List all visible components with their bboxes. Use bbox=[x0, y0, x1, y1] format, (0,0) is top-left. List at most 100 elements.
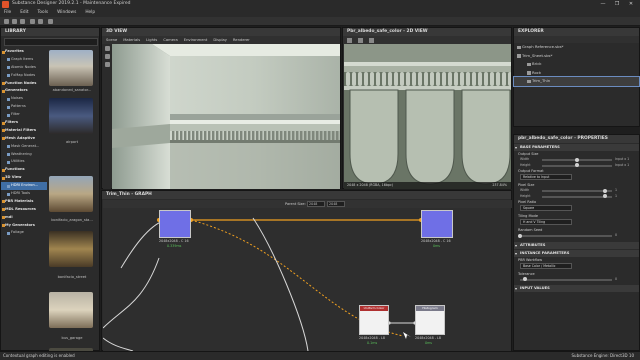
tolerance-slider[interactable] bbox=[520, 277, 612, 281]
property-value[interactable]: 1 bbox=[615, 194, 617, 198]
menu-tools[interactable]: Tools bbox=[38, 9, 49, 17]
library-item[interactable]: MDL Resources bbox=[1, 206, 47, 214]
property-value[interactable]: Input x 1 bbox=[615, 163, 629, 167]
library-item[interactable]: Filter bbox=[1, 111, 47, 119]
3d-menu-lights[interactable]: Lights bbox=[146, 36, 157, 44]
library-item[interactable]: Generators bbox=[1, 87, 47, 95]
property-slider[interactable] bbox=[542, 163, 612, 167]
open-file-icon[interactable] bbox=[12, 19, 17, 24]
library-item[interactable]: mdl bbox=[1, 214, 47, 222]
maximize-button[interactable]: ❐ bbox=[610, 0, 624, 9]
3d-menu-camera[interactable]: Camera bbox=[163, 36, 177, 44]
library-item[interactable]: FxMap Nodes bbox=[1, 72, 47, 80]
explorer-item[interactable]: Rock bbox=[514, 69, 639, 78]
slider-knob[interactable] bbox=[603, 188, 607, 193]
3d-menu-scene[interactable]: Scene bbox=[106, 36, 117, 44]
explorer-item[interactable]: Brick bbox=[514, 60, 639, 69]
library-item[interactable]: Foliage bbox=[1, 229, 47, 237]
3d-menu-materials[interactable]: Materials bbox=[123, 36, 140, 44]
menu-edit[interactable]: Edit bbox=[20, 9, 28, 17]
pixel-ratio-dropdown[interactable]: Square bbox=[520, 205, 572, 211]
library-item[interactable]: Favorites bbox=[1, 48, 47, 56]
library-item-label: Utilities bbox=[11, 159, 25, 164]
tolerance-value[interactable]: 0 bbox=[615, 277, 617, 281]
graph-node-uniform-color[interactable]: Uniform Color bbox=[359, 305, 389, 335]
menu-help[interactable]: Help bbox=[85, 9, 95, 17]
slider-knob[interactable] bbox=[575, 163, 579, 167]
undo-icon[interactable] bbox=[30, 19, 35, 24]
library-item[interactable]: Atomic Nodes bbox=[1, 64, 47, 72]
library-item[interactable]: Material Filters bbox=[1, 127, 47, 135]
thumbnail-bonifacio-street[interactable] bbox=[49, 231, 93, 267]
3d-menu-renderer[interactable]: Renderer bbox=[233, 36, 250, 44]
slider-knob[interactable] bbox=[575, 157, 579, 162]
parent-size-b-dropdown[interactable]: 2048 bbox=[327, 201, 345, 207]
pbr-workflow-dropdown[interactable]: Base Color / Metallic bbox=[520, 262, 572, 269]
3d-menu-display[interactable]: Display bbox=[213, 36, 227, 44]
minimize-button[interactable]: — bbox=[596, 0, 610, 9]
menu-windows[interactable]: Windows bbox=[57, 9, 76, 17]
thumbnail-abandoned[interactable] bbox=[49, 50, 93, 86]
library-item[interactable]: Filters bbox=[1, 119, 47, 127]
3d-viewport[interactable] bbox=[112, 44, 340, 189]
section-base-parameters[interactable]: BASE PARAMETERS bbox=[514, 144, 639, 151]
property-slider[interactable] bbox=[542, 194, 612, 198]
output-format-dropdown[interactable]: Relative to Input bbox=[520, 174, 572, 180]
random-seed-value[interactable]: 0 bbox=[615, 233, 617, 237]
explorer-item[interactable]: Trim_Thin bbox=[513, 76, 640, 87]
graph-canvas[interactable]: 2048x2048 - C 16 0.339ms 2048x2048 - C 1… bbox=[103, 208, 511, 351]
explorer-item[interactable]: Trim_Sheet.sbs* bbox=[514, 52, 639, 61]
library-item[interactable]: HDRI Environ... bbox=[1, 182, 47, 191]
close-window-button[interactable]: ✕ bbox=[624, 0, 638, 9]
library-item[interactable]: PBR Materials bbox=[1, 198, 47, 206]
mesh-icon[interactable] bbox=[104, 62, 110, 67]
menu-file[interactable]: File bbox=[4, 9, 11, 17]
library-item[interactable]: Mesh Adaptive bbox=[1, 135, 47, 143]
2d-tool-icon[interactable] bbox=[347, 37, 352, 43]
section-attributes[interactable]: ATTRIBUTES bbox=[514, 241, 639, 249]
library-item[interactable]: Graph Items bbox=[1, 56, 47, 64]
graph-icon bbox=[527, 62, 531, 66]
2d-tiling-icon[interactable] bbox=[369, 37, 374, 43]
slider-knob[interactable] bbox=[518, 233, 522, 238]
random-seed-slider[interactable] bbox=[518, 233, 612, 238]
new-file-icon[interactable] bbox=[4, 19, 9, 24]
library-search-input[interactable] bbox=[4, 38, 98, 46]
section-input-values[interactable]: INPUT VALUES bbox=[514, 285, 639, 292]
thumbnail-bus-garage[interactable] bbox=[49, 292, 93, 328]
thumbnail-bonifacio-aragon[interactable] bbox=[49, 176, 93, 212]
property-slider[interactable] bbox=[542, 188, 612, 193]
2d-viewport[interactable]: 2048 x 2048 (RGBA, 16bpc) 237.84% bbox=[344, 44, 511, 189]
library-item[interactable]: 3D View bbox=[1, 174, 47, 182]
tiling-mode-dropdown[interactable]: H and V Tiling bbox=[520, 219, 572, 225]
save-icon[interactable] bbox=[20, 19, 25, 24]
slider-knob[interactable] bbox=[603, 194, 607, 198]
library-item[interactable]: Weathering bbox=[1, 151, 47, 159]
library-item[interactable]: Function Nodes bbox=[1, 80, 47, 88]
library-item[interactable]: Noises bbox=[1, 95, 47, 103]
3d-menu-environment[interactable]: Environment bbox=[184, 36, 208, 44]
library-item[interactable]: Patterns bbox=[1, 103, 47, 111]
graph-node-histogram[interactable]: Histogram bbox=[415, 305, 445, 335]
redo-icon[interactable] bbox=[38, 19, 43, 24]
2d-channels-icon[interactable] bbox=[358, 37, 363, 43]
explorer-item[interactable]: Graph Reference.sbs* bbox=[514, 43, 639, 52]
library-item[interactable]: My Generators bbox=[1, 222, 47, 230]
camera-icon[interactable] bbox=[104, 46, 110, 51]
graph-node-a[interactable] bbox=[159, 210, 191, 238]
parent-size-a-dropdown[interactable]: 2048 bbox=[307, 201, 325, 207]
slider-knob[interactable] bbox=[522, 277, 527, 281]
property-value[interactable]: 1 bbox=[615, 188, 617, 192]
library-item-label: Weathering bbox=[11, 151, 32, 156]
library-item[interactable]: Functions bbox=[1, 166, 47, 174]
library-item[interactable]: HDRI Tools bbox=[1, 190, 47, 198]
property-value[interactable]: Input x 1 bbox=[615, 157, 629, 161]
light-icon[interactable] bbox=[104, 54, 110, 59]
layout-icon[interactable] bbox=[48, 19, 53, 24]
library-item[interactable]: Utilities bbox=[1, 158, 47, 166]
thumbnail-airport[interactable] bbox=[49, 98, 93, 134]
library-item[interactable]: Mask Generat... bbox=[1, 143, 47, 151]
graph-node-b[interactable] bbox=[421, 210, 453, 238]
section-instance-parameters[interactable]: INSTANCE PARAMETERS bbox=[514, 249, 639, 257]
property-slider[interactable] bbox=[542, 157, 612, 162]
